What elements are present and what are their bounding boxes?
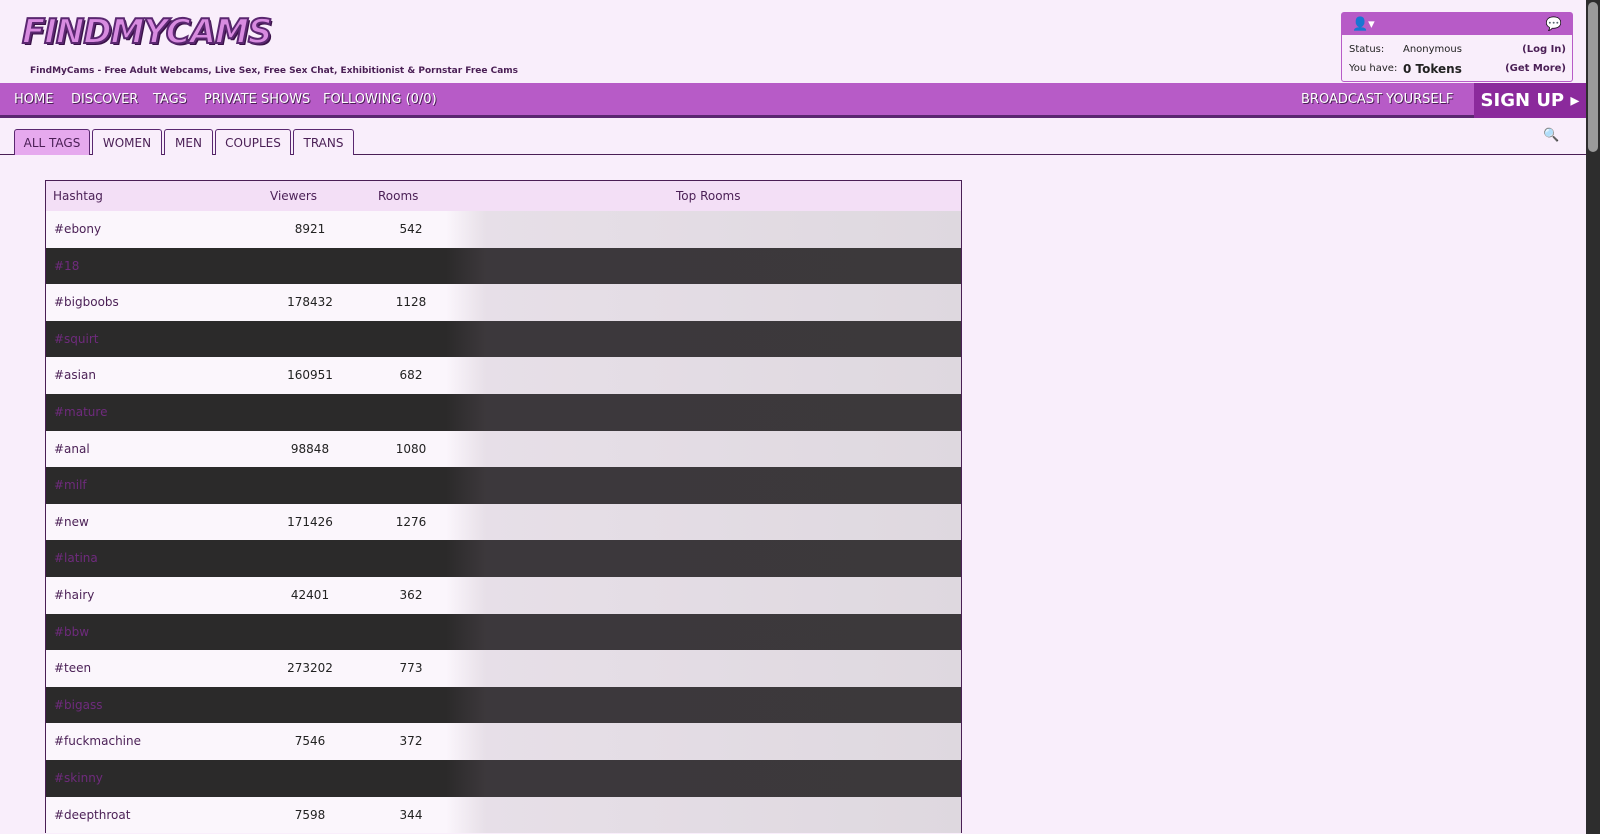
table-row[interactable]: #milf <box>46 467 961 504</box>
table-row[interactable]: #asian 160951 682 <box>46 357 961 394</box>
col-viewers: Viewers <box>270 189 318 203</box>
hashtag-link[interactable]: #milf <box>54 478 87 492</box>
hashtag-link[interactable]: #bbw <box>54 625 89 639</box>
tokens-value: 0 Tokens <box>1403 62 1462 76</box>
viewers-count: 273202 <box>287 661 333 676</box>
table-row[interactable]: #mature <box>46 393 961 431</box>
rooms-count: 362 <box>399 587 423 602</box>
hashtag-link[interactable]: #new <box>54 515 89 529</box>
rooms-count: 1128 <box>395 295 427 310</box>
table-row[interactable]: #teen 273202 773 <box>46 650 961 687</box>
viewers-count: 178432 <box>287 295 333 310</box>
signup-button[interactable]: SIGN UP ▸ <box>1474 83 1586 118</box>
viewers-count: 8921 <box>294 222 326 236</box>
page-scrollbar[interactable] <box>1586 0 1600 834</box>
tags-table: Hashtag Viewers Rooms Top Rooms #ebony 89… <box>45 180 962 834</box>
hashtag-link[interactable]: #hairy <box>54 588 94 602</box>
scrollbar-thumb[interactable] <box>1588 2 1598 152</box>
rooms-count: 344 <box>399 807 423 822</box>
site-logo[interactable]: FINDMYCAMS <box>21 11 273 56</box>
tab-women[interactable]: WOMEN <box>92 129 162 155</box>
logo-text: FINDMYCAMS <box>21 11 273 53</box>
site-tagline: FindMyCams - Free Adult Webcams, Live Se… <box>30 66 519 76</box>
rooms-count: 1080 <box>395 441 427 456</box>
table-row[interactable]: #18 <box>46 247 961 285</box>
status-label: Status: <box>1349 44 1385 55</box>
tab-men[interactable]: MEN <box>164 129 213 155</box>
table-row[interactable]: #deepthroat 7598 344 <box>46 796 961 834</box>
nav-home[interactable]: HOME <box>14 92 53 107</box>
user-box-header: 👤▾ 💬 <box>1342 13 1572 35</box>
get-more-link[interactable]: (Get More) <box>1505 63 1566 74</box>
table-row[interactable]: #bigass <box>46 686 961 724</box>
hashtag-link[interactable]: #skinny <box>54 771 103 785</box>
tab-couples[interactable]: COUPLES <box>215 129 291 155</box>
nav-discover[interactable]: DISCOVER <box>71 92 138 107</box>
hashtag-link[interactable]: #bigboobs <box>54 295 119 309</box>
tab-trans[interactable]: TRANS <box>293 129 354 155</box>
hashtag-link[interactable]: #mature <box>54 405 107 419</box>
table-row[interactable]: #bbw <box>46 613 961 651</box>
user-icon[interactable]: 👤▾ <box>1352 17 1375 32</box>
rooms-count: 773 <box>399 661 423 676</box>
table-row[interactable]: #hairy 42401 362 <box>46 576 961 614</box>
viewers-count: 98848 <box>290 441 330 456</box>
tab-all-tags[interactable]: ALL TAGS <box>14 129 90 155</box>
hashtag-link[interactable]: #asian <box>54 368 96 382</box>
tokens-label: You have: <box>1349 63 1398 74</box>
table-row[interactable]: #anal 98848 1080 <box>46 430 961 468</box>
rooms-count: 682 <box>399 368 423 383</box>
table-row[interactable]: #ebony 8921 542 <box>46 211 961 248</box>
table-body: #ebony 8921 542 #18 #bigboobs 178432 1128 #squi… <box>46 211 961 834</box>
table-row[interactable]: #squirt <box>46 320 961 358</box>
hashtag-link[interactable]: #squirt <box>54 332 99 346</box>
site-header: FINDMYCAMS FindMyCams - Free Adult Webca… <box>0 0 1586 83</box>
hashtag-link[interactable]: #anal <box>54 442 90 456</box>
hashtag-link[interactable]: #fuckmachine <box>54 734 141 748</box>
broadcast-yourself-link[interactable]: BROADCAST YOURSELF <box>1301 92 1453 107</box>
hashtag-link[interactable]: #ebony <box>54 222 101 236</box>
nav-tags[interactable]: TAGS <box>153 92 187 107</box>
rooms-count: 542 <box>399 222 423 236</box>
table-header: Hashtag Viewers Rooms Top Rooms <box>46 181 961 211</box>
table-row[interactable]: #latina <box>46 540 961 577</box>
hashtag-link[interactable]: #deepthroat <box>54 808 130 822</box>
nav-following[interactable]: FOLLOWING (0/0) <box>323 92 437 107</box>
rooms-count: 372 <box>399 734 423 749</box>
rooms-count: 1276 <box>395 514 427 529</box>
hashtag-link[interactable]: #latina <box>54 551 98 565</box>
nav-private-shows[interactable]: PRIVATE SHOWS <box>204 92 310 107</box>
viewers-count: 7546 <box>294 734 326 749</box>
col-hashtag: Hashtag <box>53 189 103 203</box>
chat-icon[interactable]: 💬 <box>1546 17 1562 32</box>
viewers-count: 160951 <box>287 368 333 383</box>
login-link[interactable]: (Log In) <box>1522 44 1566 55</box>
table-row[interactable]: #fuckmachine 7546 372 <box>46 723 961 760</box>
tag-filter-tabs: ALL TAGS WOMEN MEN COUPLES TRANS 🔍 <box>0 118 1586 155</box>
hashtag-link[interactable]: #teen <box>54 661 91 675</box>
viewers-count: 7598 <box>294 807 326 822</box>
status-value: Anonymous <box>1403 44 1462 55</box>
user-account-box: 👤▾ 💬 Status: Anonymous (Log In) You have… <box>1341 12 1573 82</box>
main-nav: HOME DISCOVER TAGS PRIVATE SHOWS FOLLOWI… <box>0 83 1586 118</box>
table-row[interactable]: #new 171426 1276 <box>46 503 961 541</box>
viewers-count: 42401 <box>290 587 330 602</box>
hashtag-link[interactable]: #18 <box>54 259 79 273</box>
table-row[interactable]: #bigboobs 178432 1128 <box>46 284 961 321</box>
hashtag-link[interactable]: #bigass <box>54 698 102 712</box>
col-rooms: Rooms <box>378 189 419 203</box>
viewers-count: 171426 <box>287 514 333 529</box>
table-row[interactable]: #skinny <box>46 759 961 797</box>
search-icon[interactable]: 🔍 <box>1543 128 1559 143</box>
col-top-rooms: Top Rooms <box>676 189 741 203</box>
